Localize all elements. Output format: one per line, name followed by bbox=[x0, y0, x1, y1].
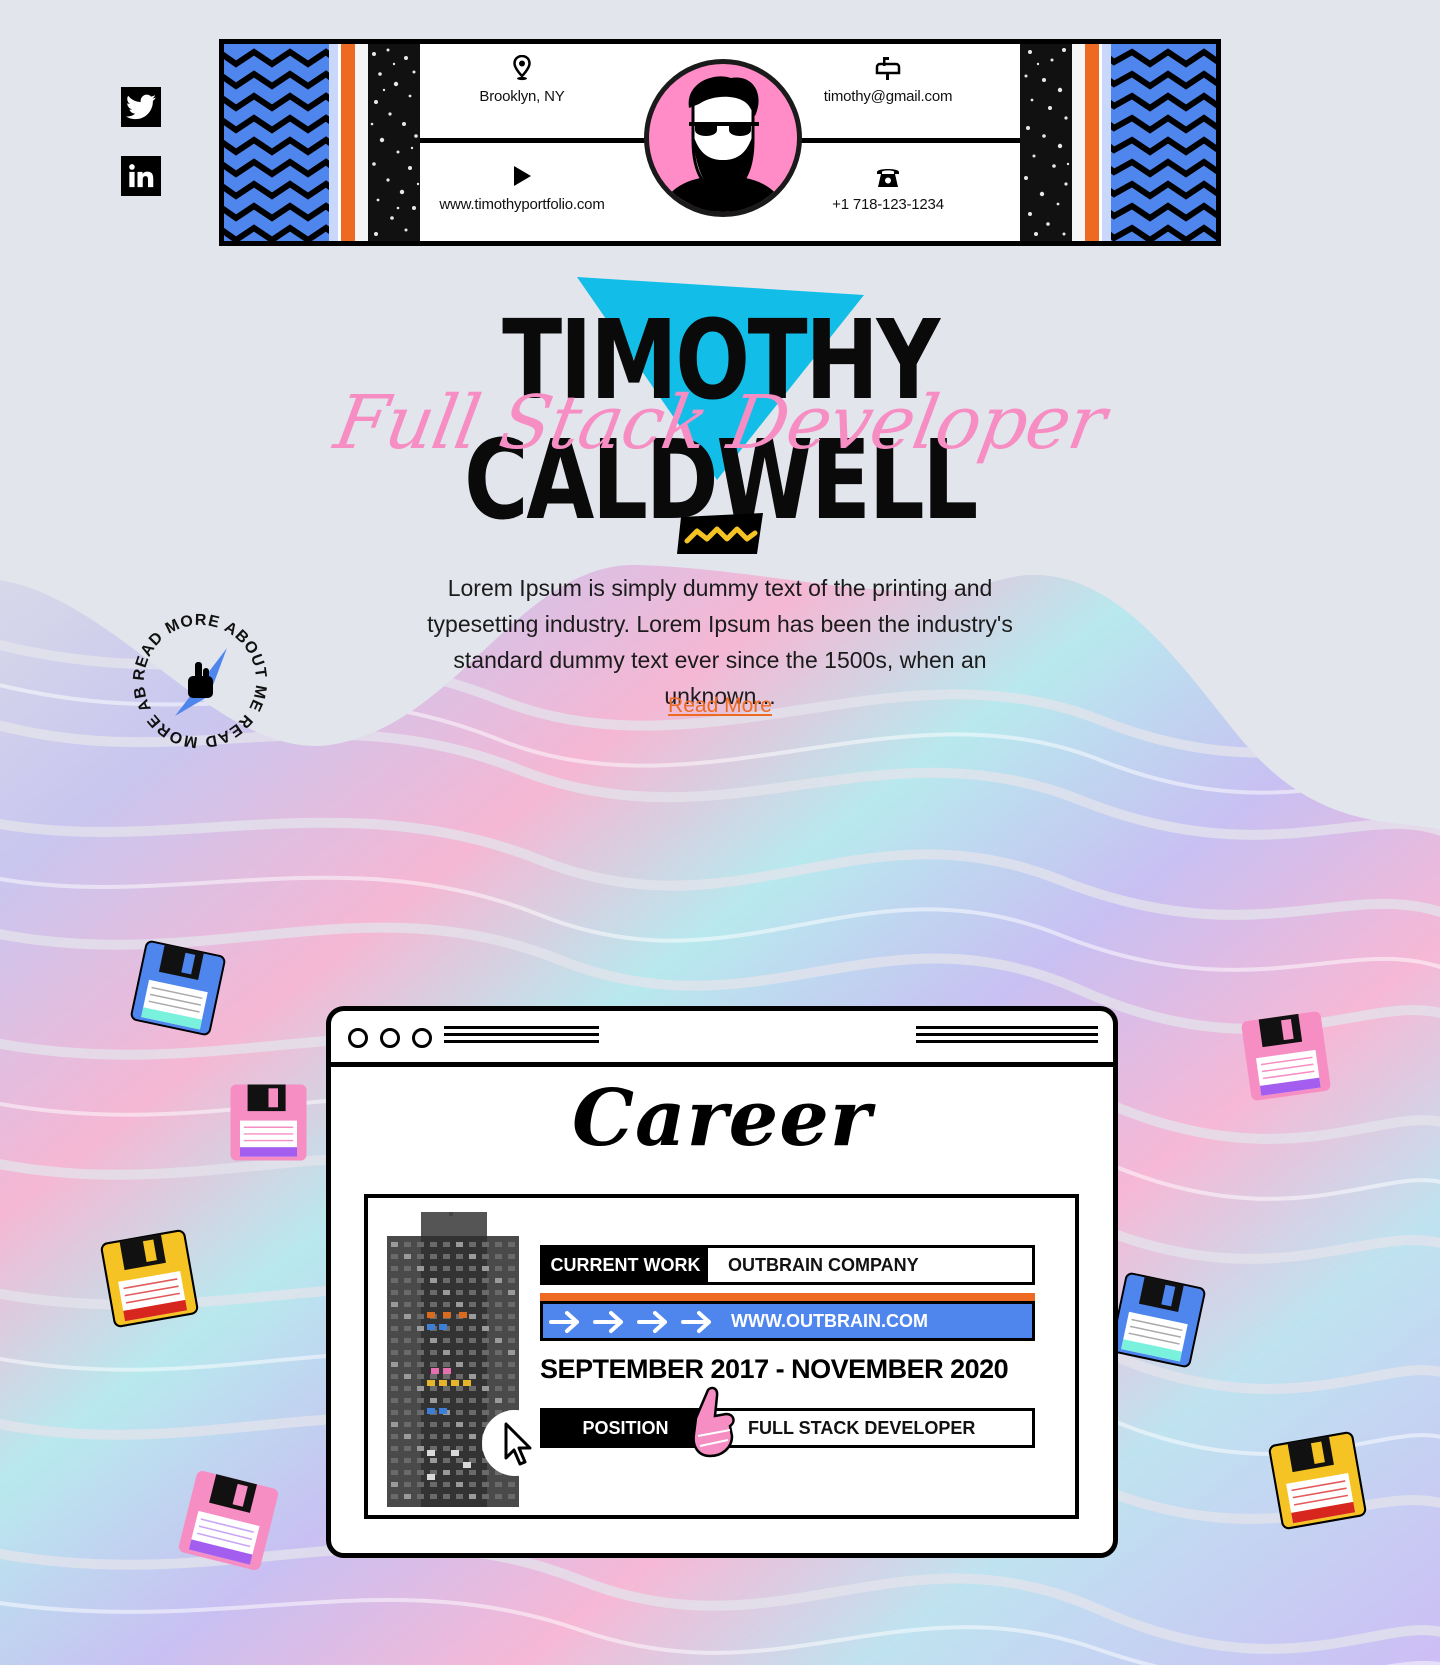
job-title: Full Stack Developer bbox=[328, 380, 1112, 466]
location-text: Brooklyn, NY bbox=[479, 88, 565, 105]
read-more-badge[interactable]: READ MORE ABOUT ME READ MORE ABOUT ME bbox=[125, 606, 275, 756]
phone-item[interactable]: +1 718-123-1234 bbox=[783, 162, 993, 213]
phone-text[interactable]: +1 718-123-1234 bbox=[783, 196, 993, 213]
foam-finger-icon bbox=[692, 1386, 735, 1458]
hand-pointer-icon bbox=[188, 662, 213, 698]
window-dot-icon[interactable] bbox=[380, 1028, 400, 1048]
avatar bbox=[644, 59, 802, 217]
play-icon bbox=[514, 166, 531, 186]
window-titlebar bbox=[331, 1011, 1113, 1067]
employment-dates: SEPTEMBER 2017 - NOVEMBER 2020 bbox=[540, 1354, 1009, 1384]
read-more-link[interactable]: Read More bbox=[620, 694, 820, 718]
floppy-disk-icon bbox=[100, 1229, 199, 1328]
floppy-disk-icon bbox=[130, 940, 226, 1036]
mailbox-icon bbox=[875, 57, 901, 80]
stripe bbox=[1085, 44, 1099, 241]
floppy-disk-icon bbox=[230, 1084, 307, 1161]
position-row: POSITION FULL STACK DEVELOPER bbox=[540, 1408, 1035, 1448]
stripe bbox=[341, 44, 355, 241]
company-url[interactable]: WWW.OUTBRAIN.COM bbox=[711, 1311, 928, 1332]
website-text[interactable]: www.timothyportfolio.com bbox=[417, 196, 627, 213]
twitter-link[interactable] bbox=[121, 87, 161, 127]
window-dot-icon[interactable] bbox=[348, 1028, 368, 1048]
email-item[interactable]: timothy@gmail.com bbox=[783, 54, 993, 105]
orange-divider bbox=[540, 1293, 1035, 1301]
company-url-bar[interactable]: WWW.OUTBRAIN.COM bbox=[540, 1301, 1035, 1341]
titlebar-lines bbox=[444, 1026, 599, 1047]
floppy-disk-icon bbox=[1268, 1431, 1367, 1530]
current-work-label: CURRENT WORK bbox=[543, 1248, 708, 1282]
twitter-icon bbox=[126, 94, 156, 120]
floppy-disk-icon bbox=[1110, 1272, 1206, 1368]
linkedin-link[interactable] bbox=[121, 156, 161, 196]
about-text: Lorem Ipsum is simply dummy text of the … bbox=[427, 575, 1013, 709]
squiggle-icon bbox=[677, 513, 763, 554]
floppy-disk-icon bbox=[1241, 1011, 1331, 1101]
location-item: Brooklyn, NY bbox=[417, 54, 627, 105]
stripe bbox=[1072, 44, 1085, 241]
window-dot-icon[interactable] bbox=[412, 1028, 432, 1048]
career-window: Career CURRENT WORK OUTBRAIN COMPANY WWW… bbox=[326, 1006, 1118, 1558]
position-label: POSITION bbox=[543, 1411, 708, 1445]
position-value: FULL STACK DEVELOPER bbox=[748, 1417, 976, 1438]
speckle-pattern-left bbox=[368, 44, 420, 241]
floppy-disk-icon bbox=[178, 1470, 279, 1571]
stripe bbox=[1102, 44, 1111, 241]
zigzag-pattern-left bbox=[224, 44, 329, 241]
company-name: OUTBRAIN COMPANY bbox=[728, 1254, 919, 1275]
stripe bbox=[355, 44, 368, 241]
zigzag-pattern-right bbox=[1111, 44, 1216, 241]
current-work-row: CURRENT WORK OUTBRAIN COMPANY bbox=[540, 1245, 1035, 1285]
website-item[interactable]: www.timothyportfolio.com bbox=[417, 162, 627, 213]
stripe bbox=[329, 44, 338, 241]
arrows-icon bbox=[549, 1311, 711, 1333]
titlebar-lines bbox=[916, 1026, 1098, 1047]
speckle-pattern-right bbox=[1020, 44, 1072, 241]
contact-header: Brooklyn, NY timothy@gmail.com www.timot… bbox=[219, 39, 1221, 246]
telephone-icon bbox=[877, 169, 899, 187]
career-card: CURRENT WORK OUTBRAIN COMPANY WWW.OUTBRA… bbox=[364, 1194, 1079, 1519]
map-pin-icon bbox=[513, 55, 531, 81]
linkedin-icon bbox=[129, 164, 154, 188]
career-heading: Career bbox=[571, 1073, 873, 1164]
email-text[interactable]: timothy@gmail.com bbox=[783, 88, 993, 105]
